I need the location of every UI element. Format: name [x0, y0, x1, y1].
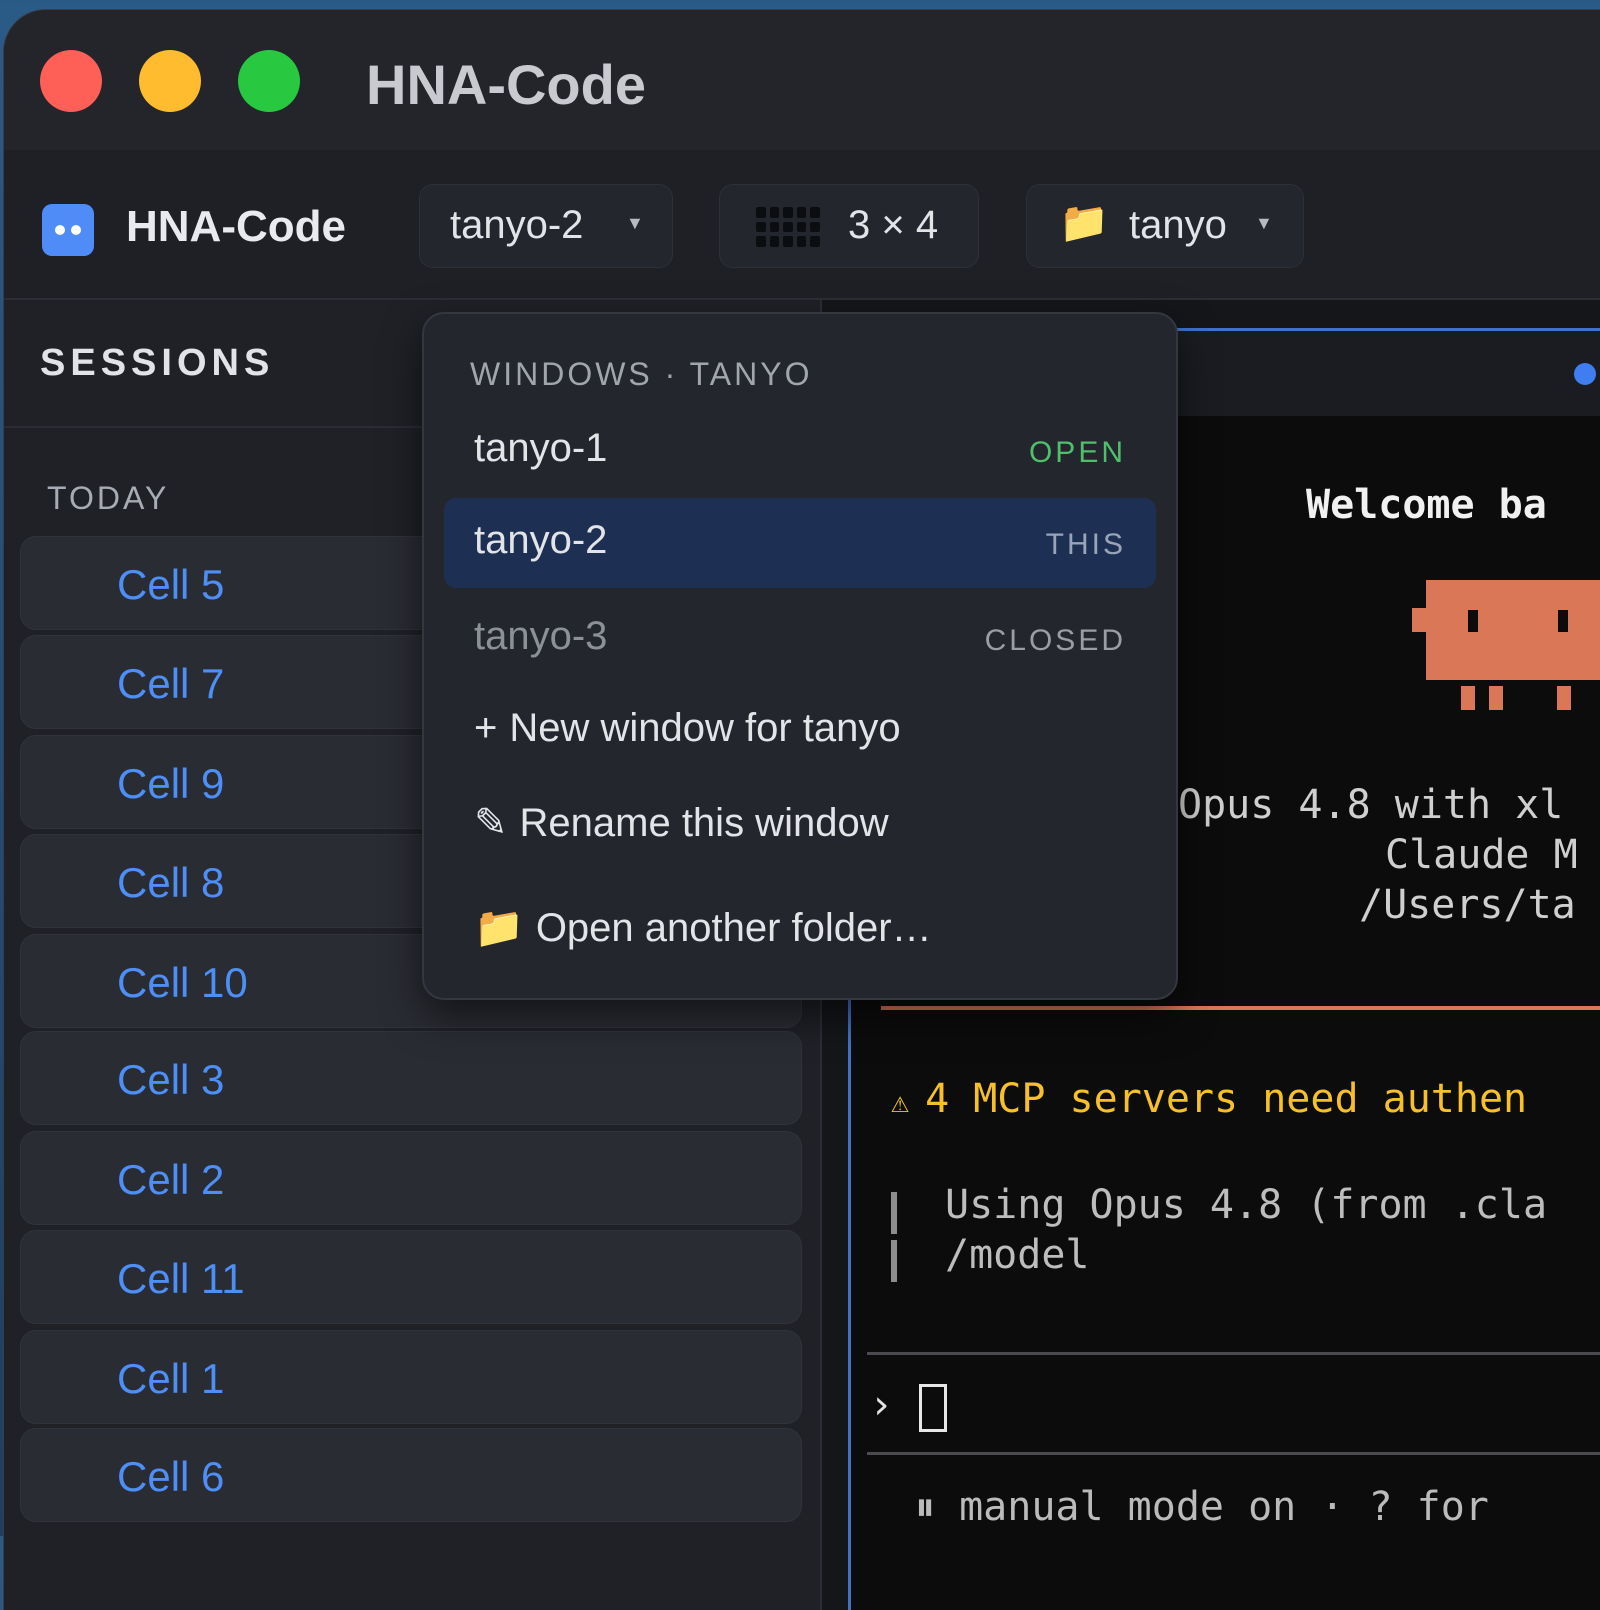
- plus-icon: +: [474, 706, 498, 750]
- window-title: HNA-Code: [366, 53, 646, 116]
- session-cell-label: Cell 5: [117, 561, 225, 608]
- window-item-tanyo-3[interactable]: tanyo-3 CLOSED: [444, 594, 1156, 684]
- minimize-window-button[interactable]: [139, 50, 201, 112]
- session-cell-label: Cell 3: [117, 1056, 225, 1103]
- quote-bar: [891, 1192, 897, 1234]
- close-window-button[interactable]: [40, 50, 102, 112]
- session-cell[interactable]: Cell 11: [20, 1230, 802, 1324]
- folder-icon: 📁: [474, 906, 524, 950]
- input-top-rule: [867, 1352, 1600, 1355]
- session-selector[interactable]: tanyo-2 ▼: [419, 184, 673, 268]
- grid-icon: [756, 207, 820, 247]
- session-cell[interactable]: Cell 2: [20, 1131, 802, 1225]
- warning-icon: ⚠: [891, 1085, 910, 1120]
- session-cell-label: Cell 2: [117, 1156, 225, 1203]
- model-command-line: /model: [945, 1232, 1090, 1278]
- title-bar: HNA-Code: [4, 10, 1600, 150]
- session-cell-label: Cell 1: [117, 1355, 225, 1402]
- folder-icon: 📁: [1059, 201, 1109, 245]
- sessions-heading: SESSIONS: [40, 342, 275, 384]
- toolbar: HNA-Code tanyo-2 ▼ 3 × 4 📁 tanyo ▼: [4, 150, 1600, 300]
- model-info-line: Opus 4.8 with xl: [1178, 782, 1564, 828]
- welcome-text: Welcome ba: [1306, 482, 1547, 528]
- dropdown-header: WINDOWS · TANYO: [470, 356, 813, 392]
- session-cell-label: Cell 7: [117, 660, 225, 707]
- mcp-warning: ⚠ 4 MCP servers need authen: [891, 1076, 1527, 1122]
- session-cell[interactable]: Cell 3: [20, 1031, 802, 1125]
- window-item-tanyo-1[interactable]: tanyo-1 OPEN: [444, 406, 1156, 496]
- path-line: /Users/ta: [1359, 882, 1576, 928]
- status-dot-icon: [1574, 363, 1596, 385]
- window-item-name: tanyo-1: [474, 426, 608, 470]
- app-logo-icon: [42, 204, 94, 256]
- terminal-input-cursor[interactable]: [919, 1384, 947, 1432]
- session-cell-label: Cell 8: [117, 859, 225, 906]
- using-model-line: Using Opus 4.8 (from .cla: [945, 1182, 1548, 1228]
- session-cell-label: Cell 11: [117, 1255, 245, 1302]
- folder-selector[interactable]: 📁 tanyo ▼: [1026, 184, 1304, 268]
- caret-down-icon: ▼: [1255, 213, 1273, 233]
- mascot-leg: [1489, 686, 1503, 710]
- window-status-badge: OPEN: [1028, 436, 1126, 469]
- maximize-window-button[interactable]: [238, 50, 300, 112]
- new-window-label: New window for tanyo: [509, 706, 901, 750]
- app-name: HNA-Code: [126, 202, 346, 251]
- folder-selector-value: tanyo: [1129, 203, 1227, 247]
- session-group-label: TODAY: [47, 480, 170, 516]
- rename-window-label: Rename this window: [519, 801, 889, 845]
- window-status-badge: THIS: [1045, 528, 1126, 561]
- rename-window-action[interactable]: ✎ Rename this window: [474, 800, 889, 846]
- session-cell-label: Cell 6: [117, 1453, 225, 1500]
- mascot-leg: [1461, 686, 1475, 710]
- mascot-icon: [1412, 580, 1600, 680]
- grid-layout-selector[interactable]: 3 × 4: [719, 184, 979, 268]
- mode-status-line: ⏸ manual mode on · ? for: [915, 1484, 1489, 1530]
- session-cell[interactable]: Cell 1: [20, 1330, 802, 1424]
- new-window-action[interactable]: + New window for tanyo: [474, 706, 901, 751]
- window-item-tanyo-2[interactable]: tanyo-2 THIS: [444, 498, 1156, 588]
- session-cell[interactable]: Cell 6: [20, 1428, 802, 1522]
- window-item-name: tanyo-2: [474, 518, 608, 562]
- mcp-warning-text: 4 MCP servers need authen: [925, 1076, 1528, 1122]
- session-cell-label: Cell 10: [117, 959, 248, 1006]
- prompt-symbol: ›: [869, 1382, 894, 1428]
- quote-bar: [891, 1240, 897, 1282]
- caret-down-icon: ▼: [626, 213, 644, 233]
- window-item-name: tanyo-3: [474, 614, 608, 658]
- windows-dropdown-menu: WINDOWS · TANYO tanyo-1 OPEN tanyo-2 THI…: [422, 312, 1178, 1000]
- welcome-box-border: [881, 1006, 1600, 1010]
- input-bottom-rule: [867, 1452, 1600, 1455]
- app-window: HNA-Code HNA-Code tanyo-2 ▼ 3 × 4 📁 tany…: [4, 10, 1600, 1610]
- session-cell-label: Cell 9: [117, 760, 225, 807]
- pencil-icon: ✎: [474, 801, 508, 845]
- window-status-badge: CLOSED: [984, 624, 1126, 657]
- session-selector-value: tanyo-2: [450, 203, 584, 247]
- grid-layout-value: 3 × 4: [848, 203, 939, 247]
- mascot-leg: [1557, 686, 1571, 710]
- org-line: Claude M: [1385, 832, 1578, 878]
- open-folder-label: Open another folder…: [535, 906, 932, 950]
- open-folder-action[interactable]: 📁 Open another folder…: [474, 904, 932, 951]
